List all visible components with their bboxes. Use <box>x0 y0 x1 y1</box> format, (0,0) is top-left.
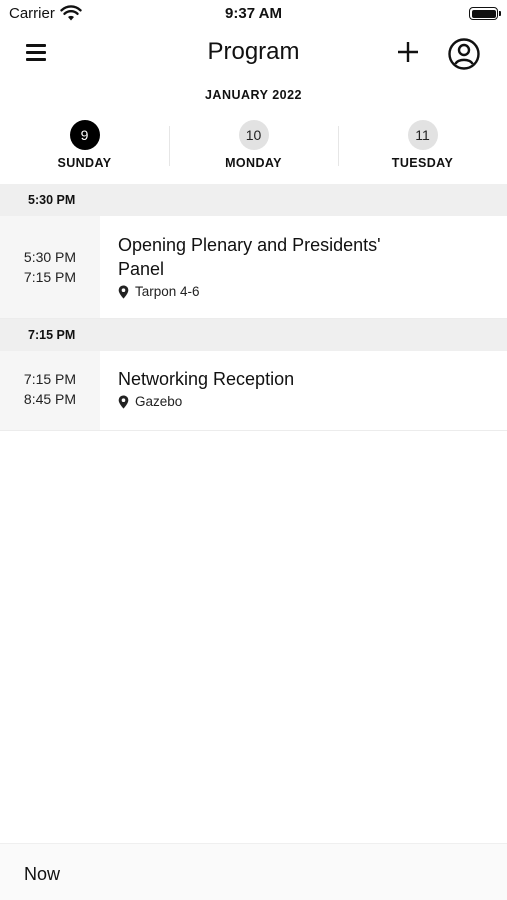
session-location: Gazebo <box>118 394 507 409</box>
session-end-time: 8:45 PM <box>23 391 77 407</box>
day-tab-sunday[interactable]: 9 SUNDAY <box>0 118 169 178</box>
schedule-list: 5:30 PM 5:30 PM 7:15 PM Opening Plenary … <box>0 184 507 431</box>
bottom-bar: Now <box>0 843 507 900</box>
nav-bar: Program <box>0 28 507 78</box>
day-number: 9 <box>69 120 100 150</box>
session-times: 5:30 PM 7:15 PM <box>0 216 100 318</box>
day-tab-tuesday[interactable]: 11 TUESDAY <box>338 118 507 178</box>
session-info: Networking Reception Gazebo <box>100 351 507 430</box>
session-location-label: Tarpon 4-6 <box>135 284 200 299</box>
map-pin-icon <box>118 285 129 298</box>
page-title: Program <box>207 38 300 65</box>
time-section-header: 7:15 PM <box>0 319 507 351</box>
hamburger-menu-icon[interactable] <box>22 40 52 66</box>
now-button[interactable]: Now <box>24 864 60 885</box>
session-title: Opening Plenary and Presidents' Panel <box>118 235 381 279</box>
day-name: TUESDAY <box>391 156 454 170</box>
day-selector: 9 SUNDAY 10 MONDAY 11 TUESDAY <box>0 118 507 178</box>
day-name: SUNDAY <box>57 156 112 170</box>
map-pin-icon <box>118 395 129 408</box>
day-name: MONDAY <box>225 156 282 170</box>
status-bar: Carrier 9:37 AM <box>0 0 507 28</box>
session-row[interactable]: 7:15 PM 8:45 PM Networking Reception Gaz… <box>0 351 507 431</box>
clock: 9:37 AM <box>225 5 282 22</box>
time-section-header: 5:30 PM <box>0 184 507 216</box>
day-number: 11 <box>407 120 438 150</box>
session-info: Opening Plenary and Presidents' Panel Ta… <box>100 216 507 318</box>
session-location-label: Gazebo <box>135 394 183 409</box>
session-start-time: 7:15 PM <box>23 371 77 387</box>
day-tab-monday[interactable]: 10 MONDAY <box>169 118 338 178</box>
session-title: Networking Reception <box>118 369 295 389</box>
battery-icon <box>469 7 501 20</box>
day-number: 10 <box>238 120 269 150</box>
session-end-time: 7:15 PM <box>23 269 77 285</box>
plus-icon[interactable] <box>394 38 422 66</box>
user-circle-icon[interactable] <box>447 37 481 71</box>
session-start-time: 5:30 PM <box>23 249 77 265</box>
session-times: 7:15 PM 8:45 PM <box>0 351 100 430</box>
session-location: Tarpon 4-6 <box>118 284 507 299</box>
session-row[interactable]: 5:30 PM 7:15 PM Opening Plenary and Pres… <box>0 216 507 319</box>
month-label: JANUARY 2022 <box>204 88 302 102</box>
